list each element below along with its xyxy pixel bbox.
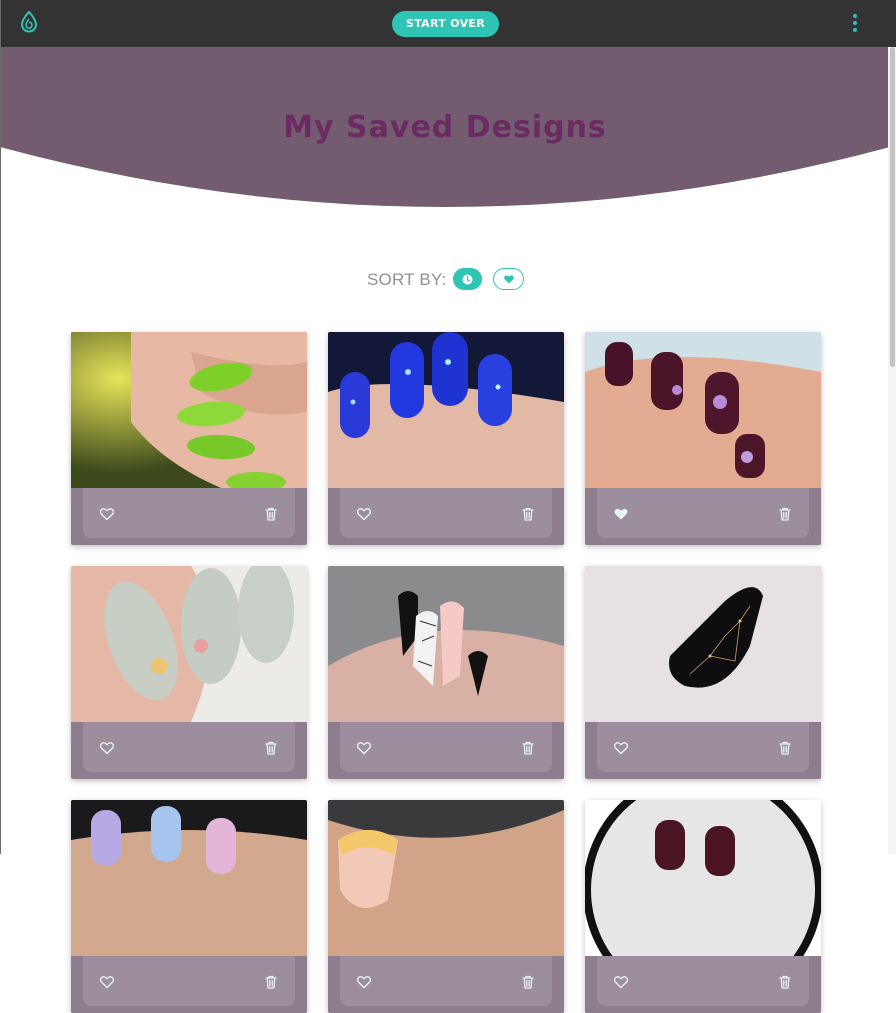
design-image[interactable]	[328, 800, 564, 956]
design-card-actions	[340, 488, 552, 538]
design-card-actions	[340, 722, 552, 772]
favorite-heart-icon[interactable]	[613, 974, 629, 990]
design-image[interactable]	[585, 566, 821, 722]
design-card-actions	[597, 722, 809, 772]
design-image[interactable]	[585, 800, 821, 956]
design-card[interactable]	[585, 566, 821, 779]
delete-trash-icon[interactable]	[520, 974, 536, 990]
delete-trash-icon[interactable]	[520, 506, 536, 522]
design-image[interactable]	[71, 800, 307, 956]
favorite-heart-icon[interactable]	[356, 506, 372, 522]
favorite-heart-icon[interactable]	[99, 506, 115, 522]
design-card[interactable]	[328, 800, 564, 1013]
heart-icon	[503, 274, 514, 283]
design-card[interactable]	[71, 332, 307, 545]
drop-logo-icon[interactable]	[19, 10, 39, 33]
delete-trash-icon[interactable]	[263, 974, 279, 990]
design-card-actions	[83, 488, 295, 538]
design-card[interactable]	[585, 332, 821, 545]
sort-favorites-button[interactable]	[493, 268, 524, 290]
design-card-actions	[597, 956, 809, 1006]
design-card-actions	[597, 488, 809, 538]
delete-trash-icon[interactable]	[263, 506, 279, 522]
design-card[interactable]	[71, 800, 307, 1013]
kebab-menu-icon[interactable]	[850, 14, 860, 34]
design-card[interactable]	[71, 566, 307, 779]
delete-trash-icon[interactable]	[777, 974, 793, 990]
scrollbar-thumb[interactable]	[890, 47, 895, 367]
design-card-actions	[83, 956, 295, 1006]
clock-icon	[462, 274, 473, 284]
delete-trash-icon[interactable]	[777, 506, 793, 522]
page-title: My Saved Designs	[283, 110, 607, 145]
design-image[interactable]	[71, 332, 307, 488]
favorite-heart-icon[interactable]	[356, 974, 372, 990]
design-card[interactable]	[585, 800, 821, 1013]
design-card-actions	[83, 722, 295, 772]
design-card-actions	[340, 956, 552, 1006]
window-border	[0, 0, 1, 854]
delete-trash-icon[interactable]	[777, 740, 793, 756]
favorite-heart-icon[interactable]	[613, 740, 629, 756]
favorite-heart-icon[interactable]	[356, 740, 372, 756]
top-navigation-bar: START OVER	[0, 0, 896, 47]
design-image[interactable]	[328, 566, 564, 722]
design-image[interactable]	[71, 566, 307, 722]
design-image[interactable]	[328, 332, 564, 488]
delete-trash-icon[interactable]	[263, 740, 279, 756]
sort-recent-button[interactable]	[453, 268, 482, 290]
design-card[interactable]	[328, 566, 564, 779]
design-image[interactable]	[585, 332, 821, 488]
favorite-filled-heart-icon[interactable]	[613, 506, 629, 522]
favorite-heart-icon[interactable]	[99, 740, 115, 756]
sort-controls: SORT BY:	[0, 266, 890, 294]
favorite-heart-icon[interactable]	[99, 974, 115, 990]
delete-trash-icon[interactable]	[520, 740, 536, 756]
start-over-button[interactable]: START OVER	[392, 11, 499, 37]
design-card[interactable]	[328, 332, 564, 545]
sort-label: SORT BY:	[367, 270, 447, 289]
